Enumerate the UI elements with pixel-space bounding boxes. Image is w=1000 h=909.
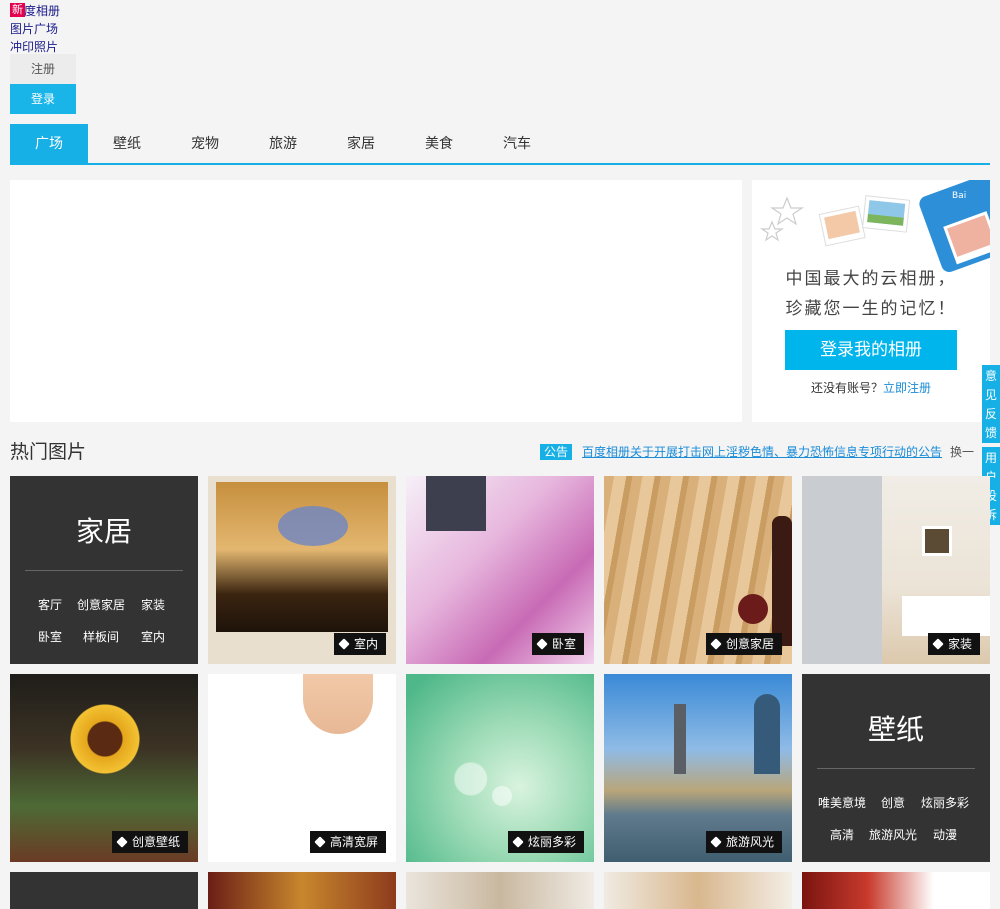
frame-shape	[922, 526, 952, 556]
hot-pictures-title: 热门图片	[10, 441, 87, 463]
tab-travel[interactable]: 旅游	[244, 124, 322, 163]
tab-plaza[interactable]: 广场	[10, 124, 88, 163]
tower-shape	[674, 704, 686, 774]
photo-tile[interactable]	[604, 872, 792, 909]
photo-label: 高清宽屏	[309, 831, 386, 853]
photo-image	[772, 516, 792, 646]
photo-label: 创意壁纸	[111, 831, 188, 853]
photo-tile[interactable]: 创意家居	[604, 476, 792, 664]
category-title: 家居	[75, 515, 132, 548]
photo-label: 旅游风光	[705, 831, 782, 853]
tab-wallpaper[interactable]: 壁纸	[88, 124, 166, 163]
photo-image	[802, 476, 882, 664]
photo-tile[interactable]: 高清宽屏	[208, 674, 396, 862]
plaza-link[interactable]: 图片广场	[10, 20, 60, 38]
login-button[interactable]: 登录	[10, 84, 76, 114]
category-link[interactable]: 炫丽多彩	[915, 794, 975, 811]
photo-image	[216, 482, 388, 632]
photo-label: 室内	[333, 633, 386, 655]
photo-image	[754, 694, 780, 774]
category-link[interactable]: 创意	[863, 794, 923, 811]
auth-buttons: 注册 登录	[10, 54, 76, 114]
photo-tile[interactable]: 家装	[802, 476, 990, 664]
tab-food[interactable]: 美食	[400, 124, 478, 163]
tab-home[interactable]: 家居	[322, 124, 400, 163]
promo-line-2: 珍藏您一生的记忆！	[785, 299, 957, 319]
photo-tile[interactable]: 炫丽多彩	[406, 674, 594, 862]
category-title: 壁纸	[867, 713, 924, 746]
photo-tile[interactable]: 创意壁纸	[10, 674, 198, 862]
category-link[interactable]: 样板间	[71, 628, 131, 645]
photo-image	[426, 476, 486, 531]
no-account-text: 还没有账号？立即注册	[810, 381, 932, 395]
album-link[interactable]: 新 度相册	[10, 2, 60, 20]
banner-area	[10, 180, 742, 422]
divider	[817, 768, 975, 769]
photo-image	[65, 699, 145, 779]
feedback-tab[interactable]: 意见反馈	[982, 365, 1000, 443]
photo-label: 创意家居	[705, 633, 782, 655]
svg-text:Bai: Bai	[952, 191, 966, 201]
wine-glass-shape	[738, 594, 768, 624]
category-link[interactable]: 创意家居	[71, 596, 131, 613]
photo-label: 家装	[927, 633, 980, 655]
top-links: 新 度相册 图片广场 冲印照片	[10, 2, 60, 56]
category-tile-wallpaper[interactable]: 壁纸 唯美意境 创意 炫丽多彩 高清 旅游风光 动漫	[802, 674, 990, 862]
login-promo-box: Bai 中国最大的云相册， 珍藏您一生的记忆！ 登录我的相册 还没有账号？立即注…	[752, 180, 990, 422]
photo-tile[interactable]: 旅游风光	[604, 674, 792, 862]
new-badge: 新	[10, 3, 25, 17]
notice-tag: 公告	[540, 444, 573, 460]
photo-image	[454, 762, 488, 796]
photo-tile[interactable]: 室内	[208, 476, 396, 664]
register-button[interactable]: 注册	[10, 54, 76, 84]
category-nav: 广场 壁纸 宠物 旅游 家居 美食 汽车	[10, 124, 990, 165]
category-link[interactable]: 动漫	[915, 826, 975, 843]
photo-tile[interactable]: 卧室	[406, 476, 594, 664]
category-tile-home[interactable]: 家居 客厅 创意家居 家装 卧室 样板间 室内	[10, 476, 198, 664]
photo-label: 卧室	[531, 633, 584, 655]
photo-tile[interactable]	[802, 872, 990, 909]
tab-cars[interactable]: 汽车	[478, 124, 556, 163]
divider	[25, 570, 183, 571]
promo-line-1: 中国最大的云相册，	[785, 269, 957, 289]
category-link[interactable]: 家装	[123, 596, 183, 613]
category-tile[interactable]	[10, 872, 198, 909]
bubble-shape	[492, 786, 512, 806]
photo-tile[interactable]	[208, 872, 396, 909]
notice-link[interactable]: 百度相册关于开展打击网上淫秽色情、暴力恐怖信息专项行动的公告	[582, 445, 942, 459]
tape-shape	[278, 506, 348, 546]
notice-bar: 公告 百度相册关于开展打击网上淫秽色情、暴力恐怖信息专项行动的公告 换一	[540, 443, 974, 460]
category-link[interactable]: 旅游风光	[863, 826, 923, 843]
photo-image	[303, 674, 373, 734]
photo-tile[interactable]	[406, 872, 594, 909]
change-button[interactable]: 换一	[950, 445, 974, 459]
photo-label: 炫丽多彩	[507, 831, 584, 853]
login-album-button[interactable]: 登录我的相册	[785, 330, 957, 370]
bed-shape	[902, 596, 990, 636]
tab-pets[interactable]: 宠物	[166, 124, 244, 163]
register-now-link[interactable]: 立即注册	[883, 381, 931, 395]
category-link[interactable]: 室内	[123, 628, 183, 645]
